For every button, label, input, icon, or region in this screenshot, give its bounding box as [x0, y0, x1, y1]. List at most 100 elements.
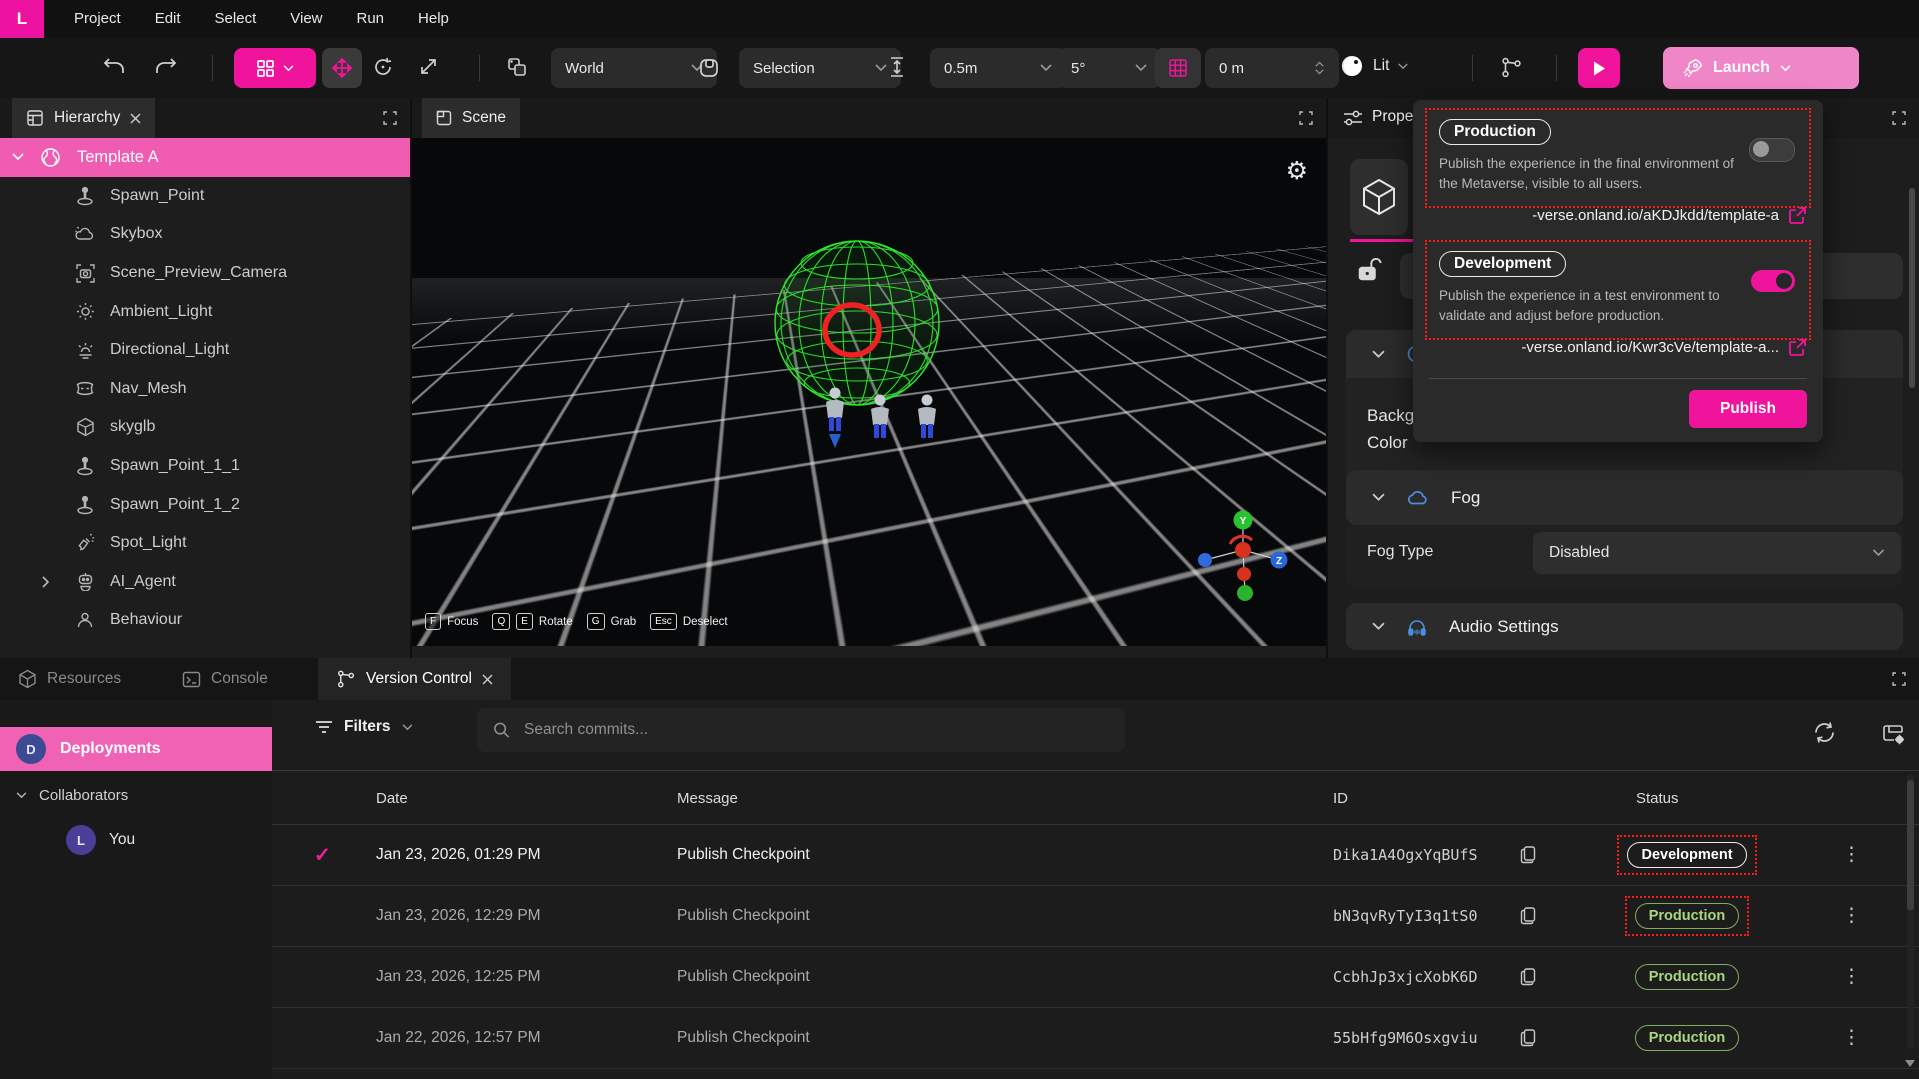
expand-scene-icon[interactable]: [1299, 111, 1313, 125]
lock-icon[interactable]: [1356, 256, 1382, 284]
column-status[interactable]: Status: [1636, 790, 1679, 807]
tab-scene[interactable]: Scene: [422, 98, 520, 138]
audio-section-header[interactable]: Audio Settings: [1346, 603, 1903, 650]
expand-properties-icon[interactable]: [1892, 111, 1906, 125]
production-toggle[interactable]: [1749, 138, 1795, 162]
copy-id-icon[interactable]: [1520, 845, 1536, 864]
hierarchy-item-nav-mesh[interactable]: Nav_Mesh: [0, 370, 410, 409]
transform-gizmo[interactable]: Y Z: [1183, 498, 1303, 628]
commit-row[interactable]: Jan 23, 2026, 12:25 PM Publish Checkpoin…: [272, 946, 1919, 1008]
external-link-icon[interactable]: [1788, 206, 1807, 225]
properties-scrollbar[interactable]: [1909, 188, 1915, 388]
copy-id-icon[interactable]: [1520, 967, 1536, 986]
hierarchy-item-spot-light[interactable]: Spot_Light: [0, 524, 410, 563]
tab-console[interactable]: Console: [182, 658, 268, 700]
search-commits-input[interactable]: [522, 720, 1109, 740]
tab-resources[interactable]: Resources: [18, 658, 121, 700]
commit-row[interactable]: Jan 23, 2026, 12:29 PM Publish Checkpoin…: [272, 885, 1919, 947]
menu-view[interactable]: View: [273, 0, 339, 38]
avatars[interactable]: [820, 386, 970, 456]
hierarchy-root-template-a[interactable]: Template A: [0, 138, 410, 177]
grid-toggle-button[interactable]: [1155, 48, 1201, 88]
menu-select[interactable]: Select: [198, 0, 274, 38]
hierarchy-item-skyglb[interactable]: skyglb: [0, 408, 410, 447]
rotate-tool-button[interactable]: [372, 56, 394, 78]
play-button[interactable]: [1578, 48, 1620, 88]
sidebar-item-you[interactable]: L You: [66, 822, 135, 858]
sidebar-group-collaborators[interactable]: Collaborators: [16, 780, 128, 810]
menu-run[interactable]: Run: [340, 0, 402, 38]
duplicate-button[interactable]: [506, 56, 528, 78]
commits-area: Filters Date Message ID Status: [272, 700, 1919, 1079]
column-message[interactable]: Message: [677, 790, 738, 807]
menu-edit[interactable]: Edit: [138, 0, 198, 38]
hierarchy-item-spawn-point[interactable]: Spawn_Point: [0, 177, 410, 216]
development-toggle[interactable]: [1751, 270, 1795, 292]
transform-mode-button[interactable]: [234, 48, 316, 88]
space-mode-dropdown[interactable]: World: [551, 48, 717, 88]
shading-mode-dropdown[interactable]: Lit: [1340, 54, 1408, 78]
viewport-3d[interactable]: Y Z ⚙ F Focus Q E Rotate: [412, 138, 1326, 646]
deployment-settings-icon[interactable]: [1880, 722, 1906, 746]
move-tool-button[interactable]: [322, 48, 362, 88]
hierarchy-item-spawn-point-1-1[interactable]: Spawn_Point_1_1: [0, 447, 410, 486]
column-id[interactable]: ID: [1333, 790, 1348, 807]
publish-button[interactable]: Publish: [1689, 390, 1807, 428]
menu-help[interactable]: Help: [401, 0, 466, 38]
commits-scrollbar[interactable]: [1907, 774, 1914, 1049]
commits-scrollbar-thumb[interactable]: [1907, 780, 1914, 910]
sidebar-item-deployments[interactable]: D Deployments: [0, 727, 272, 771]
undo-button[interactable]: [103, 57, 125, 76]
external-link-icon[interactable]: [1788, 338, 1807, 357]
fog-section-header[interactable]: Fog: [1346, 470, 1903, 525]
filters-dropdown[interactable]: Filters: [315, 718, 413, 736]
hierarchy-item-skybox[interactable]: Skybox: [0, 215, 410, 254]
row-menu-icon[interactable]: ⋮: [1842, 906, 1861, 925]
launch-button[interactable]: Launch: [1663, 47, 1859, 89]
tab-hierarchy[interactable]: Hierarchy: [12, 98, 155, 138]
move-snap-dropdown[interactable]: 0.5m: [930, 48, 1066, 88]
elevation-snap-icon[interactable]: [888, 56, 906, 78]
elevation-stepper[interactable]: [1314, 61, 1325, 75]
refresh-icon[interactable]: [1812, 720, 1837, 745]
close-icon[interactable]: [130, 113, 141, 124]
hierarchy-item-behaviour[interactable]: Behaviour: [0, 601, 410, 640]
hierarchy-item-scene-preview-camera[interactable]: Scene_Preview_Camera: [0, 254, 410, 293]
elevation-field[interactable]: 0 m: [1205, 48, 1339, 88]
tab-version-control[interactable]: Version Control: [318, 658, 511, 700]
chevron-right-icon[interactable]: [42, 576, 50, 588]
expand-hierarchy-icon[interactable]: [383, 111, 397, 125]
close-icon[interactable]: [482, 674, 493, 685]
frame-selection-button[interactable]: [697, 56, 721, 80]
commit-row[interactable]: Jan 22, 2026, 12:57 PM Publish Checkpoin…: [272, 1007, 1919, 1069]
search-commits-box[interactable]: [477, 708, 1125, 752]
commit-row[interactable]: ✓ Jan 23, 2026, 01:29 PM Publish Checkpo…: [272, 824, 1919, 886]
hierarchy-item-spawn-point-1-2[interactable]: Spawn_Point_1_2: [0, 485, 410, 524]
cloud-icon: [1407, 489, 1429, 506]
menu-project[interactable]: Project: [57, 0, 138, 38]
hierarchy-item-directional-light[interactable]: Directional_Light: [0, 331, 410, 370]
row-menu-icon[interactable]: ⋮: [1842, 845, 1861, 864]
pivot-mode-dropdown[interactable]: Selection: [739, 48, 901, 88]
fog-type-dropdown[interactable]: Disabled: [1533, 532, 1901, 574]
redo-button[interactable]: [155, 57, 177, 76]
hierarchy-item-ai-agent[interactable]: AI_Agent: [0, 563, 410, 602]
commit-date: Jan 23, 2026, 12:29 PM: [376, 907, 541, 925]
version-control-button[interactable]: [1500, 56, 1523, 79]
hierarchy-item-ambient-light[interactable]: Ambient_Light: [0, 292, 410, 331]
copy-id-icon[interactable]: [1520, 906, 1536, 925]
branch-icon: [336, 669, 356, 689]
scroll-down-arrow-icon[interactable]: [1905, 1060, 1915, 1067]
development-url-row: -verse.onland.io/Kwr3cVe/template-a...: [1425, 324, 1811, 370]
column-date[interactable]: Date: [376, 790, 408, 807]
asset-type-tab[interactable]: [1350, 159, 1408, 235]
copy-id-icon[interactable]: [1520, 1028, 1536, 1047]
viewport-settings-gear-icon[interactable]: ⚙: [1286, 156, 1308, 185]
row-menu-icon[interactable]: ⋮: [1842, 1028, 1861, 1047]
rotate-snap-dropdown[interactable]: 5°: [1057, 48, 1161, 88]
bottom-panel: Resources Console Version Control D Depl…: [0, 658, 1919, 1079]
scale-tool-button[interactable]: [418, 56, 439, 77]
expand-bottom-panel-icon[interactable]: [1892, 672, 1906, 686]
row-menu-icon[interactable]: ⋮: [1842, 967, 1861, 986]
app-logo[interactable]: L: [0, 0, 44, 38]
